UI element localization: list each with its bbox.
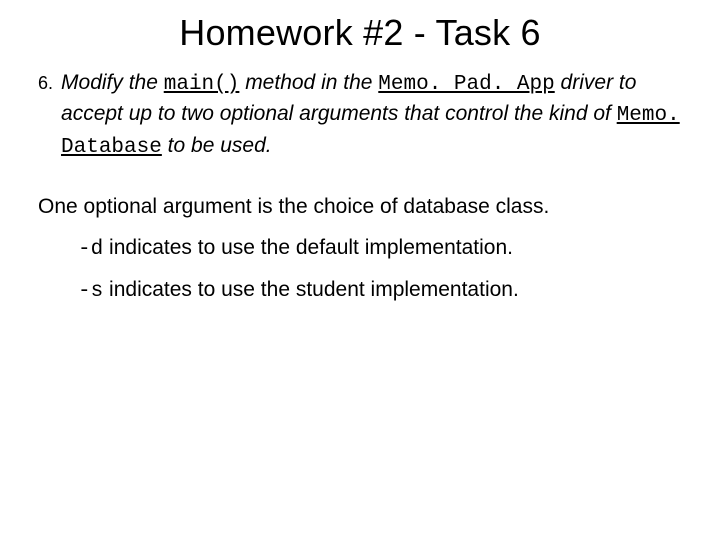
option-s-code: -s: [78, 280, 103, 303]
option-s-text: indicates to use the student implementat…: [103, 278, 519, 301]
slide: Homework #2 - Task 6 6. Modify the main(…: [0, 0, 720, 540]
option-s-line: -s indicates to use the student implemen…: [38, 275, 682, 307]
lead-paragraph: One optional argument is the choice of d…: [38, 192, 682, 222]
task-body: Modify the main() method in the Memo. Pa…: [61, 68, 682, 162]
numbered-task: 6. Modify the main() method in the Memo.…: [38, 68, 682, 162]
text: method in the: [239, 71, 378, 94]
option-d-text: indicates to use the default implementat…: [103, 236, 513, 259]
text: to be used.: [162, 134, 272, 157]
option-d-line: -d indicates to use the default implemen…: [38, 233, 682, 265]
text: Modify the: [61, 71, 164, 94]
task-number: 6.: [38, 68, 61, 162]
code-memopadapp: Memo. Pad. App: [378, 73, 554, 96]
code-main: main(): [164, 73, 240, 96]
slide-title: Homework #2 - Task 6: [38, 12, 682, 54]
option-d-code: -d: [78, 238, 103, 261]
